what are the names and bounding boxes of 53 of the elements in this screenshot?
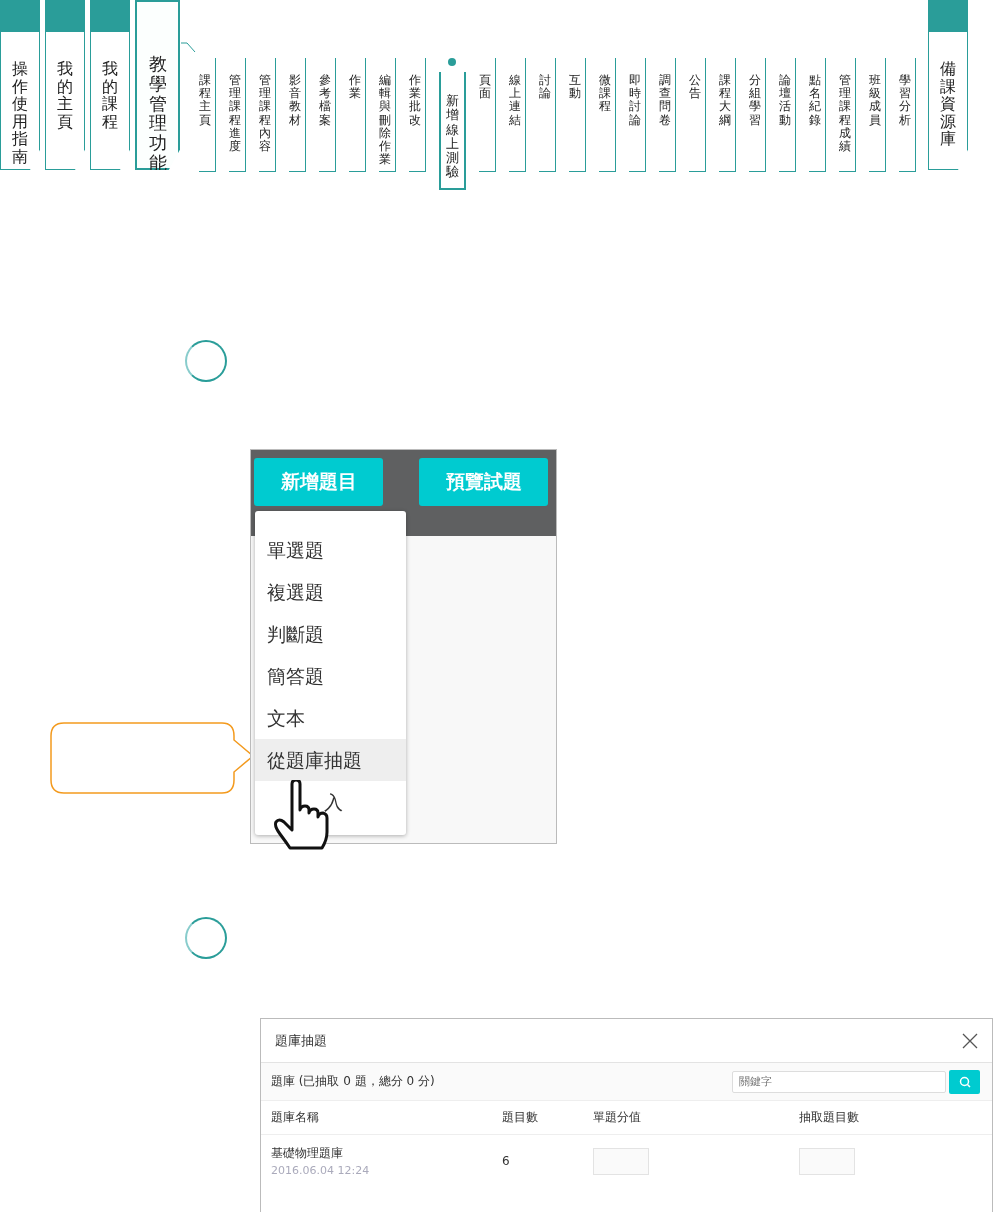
submenu-item[interactable]: 分組學習 bbox=[749, 58, 766, 172]
nav-tab[interactable]: 備課資源庫 bbox=[928, 0, 968, 170]
search-field[interactable]: 關鍵字 bbox=[732, 1070, 946, 1093]
submenu-item[interactable]: 編輯與刪除作業 bbox=[379, 58, 396, 172]
column-header: 單題分值 bbox=[593, 1109, 642, 1126]
submenu-item[interactable]: 公告 bbox=[689, 58, 706, 172]
nav-tab[interactable]: 我的課程 bbox=[90, 0, 130, 170]
menu-item[interactable]: 文本 bbox=[255, 697, 406, 739]
submenu-item[interactable]: 新增線上測驗 bbox=[439, 72, 466, 190]
submenu-item[interactable]: 點名紀錄 bbox=[809, 58, 826, 172]
menu-item[interactable]: 簡答題 bbox=[255, 655, 406, 697]
bank-name: 基礎物理題庫 bbox=[271, 1145, 344, 1162]
submenu-item[interactable]: 論壇活動 bbox=[779, 58, 796, 172]
menu-item[interactable]: 複選題 bbox=[255, 571, 406, 613]
active-dot-icon bbox=[448, 58, 456, 66]
search-icon bbox=[958, 1075, 971, 1088]
submenu-item[interactable]: 課程主頁 bbox=[199, 58, 216, 172]
submenu-item[interactable]: 互動 bbox=[569, 58, 586, 172]
menu-item[interactable]: 單選題 bbox=[255, 529, 406, 571]
step-circle-icon bbox=[185, 917, 227, 959]
submenu-item[interactable]: 即時討論 bbox=[629, 58, 646, 172]
submenu-item[interactable]: 微課程 bbox=[599, 58, 616, 172]
column-header: 題目數 bbox=[502, 1109, 539, 1126]
step-circle-icon bbox=[185, 340, 227, 382]
submenu-item[interactable]: 討論 bbox=[539, 58, 556, 172]
submenu-item[interactable]: 參考檔案 bbox=[319, 58, 336, 172]
nav-tab[interactable]: 我的主頁 bbox=[45, 0, 85, 170]
submenu-item[interactable]: 班級成員 bbox=[869, 58, 886, 172]
menu-item[interactable]: 判斷題 bbox=[255, 613, 406, 655]
dialog-title: 題庫抽題 bbox=[275, 1031, 327, 1050]
submenu-item[interactable]: 作業批改 bbox=[409, 58, 426, 172]
submenu-item[interactable]: 影音教材 bbox=[289, 58, 306, 172]
submenu-item[interactable]: 學習分析 bbox=[899, 58, 916, 172]
menu-item[interactable]: 從題庫抽題 bbox=[255, 739, 406, 781]
search-button[interactable] bbox=[949, 1069, 980, 1094]
bank-date: 2016.06.04 12:24 bbox=[271, 1164, 371, 1177]
submenu-item[interactable]: 管理課程進度 bbox=[229, 58, 246, 172]
count-field[interactable] bbox=[799, 1147, 855, 1175]
submenu-item[interactable]: 作業 bbox=[349, 58, 366, 172]
submenu-item[interactable]: 頁面 bbox=[479, 58, 496, 172]
submenu-item[interactable]: 管理課程成績 bbox=[839, 58, 856, 172]
submenu-item[interactable]: 線上連結 bbox=[509, 58, 526, 172]
menu-item[interactable]: 入 bbox=[255, 781, 406, 823]
score-field[interactable] bbox=[593, 1147, 649, 1175]
table-cell-text: 6 bbox=[502, 1154, 511, 1168]
submenu-item[interactable]: 課程大綱 bbox=[719, 58, 736, 172]
submenu-item[interactable]: 管理課程內容 bbox=[259, 58, 276, 172]
column-header: 題庫名稱 bbox=[271, 1109, 320, 1126]
bank-summary: 題庫 (已抽取 0 題，總分 0 分) bbox=[271, 1073, 436, 1090]
close-icon[interactable] bbox=[962, 1032, 978, 1049]
submenu-item[interactable]: 調查問卷 bbox=[659, 58, 676, 172]
nav-tab[interactable]: 操作使用指南 bbox=[0, 0, 40, 170]
column-header: 抽取題目數 bbox=[799, 1109, 860, 1126]
